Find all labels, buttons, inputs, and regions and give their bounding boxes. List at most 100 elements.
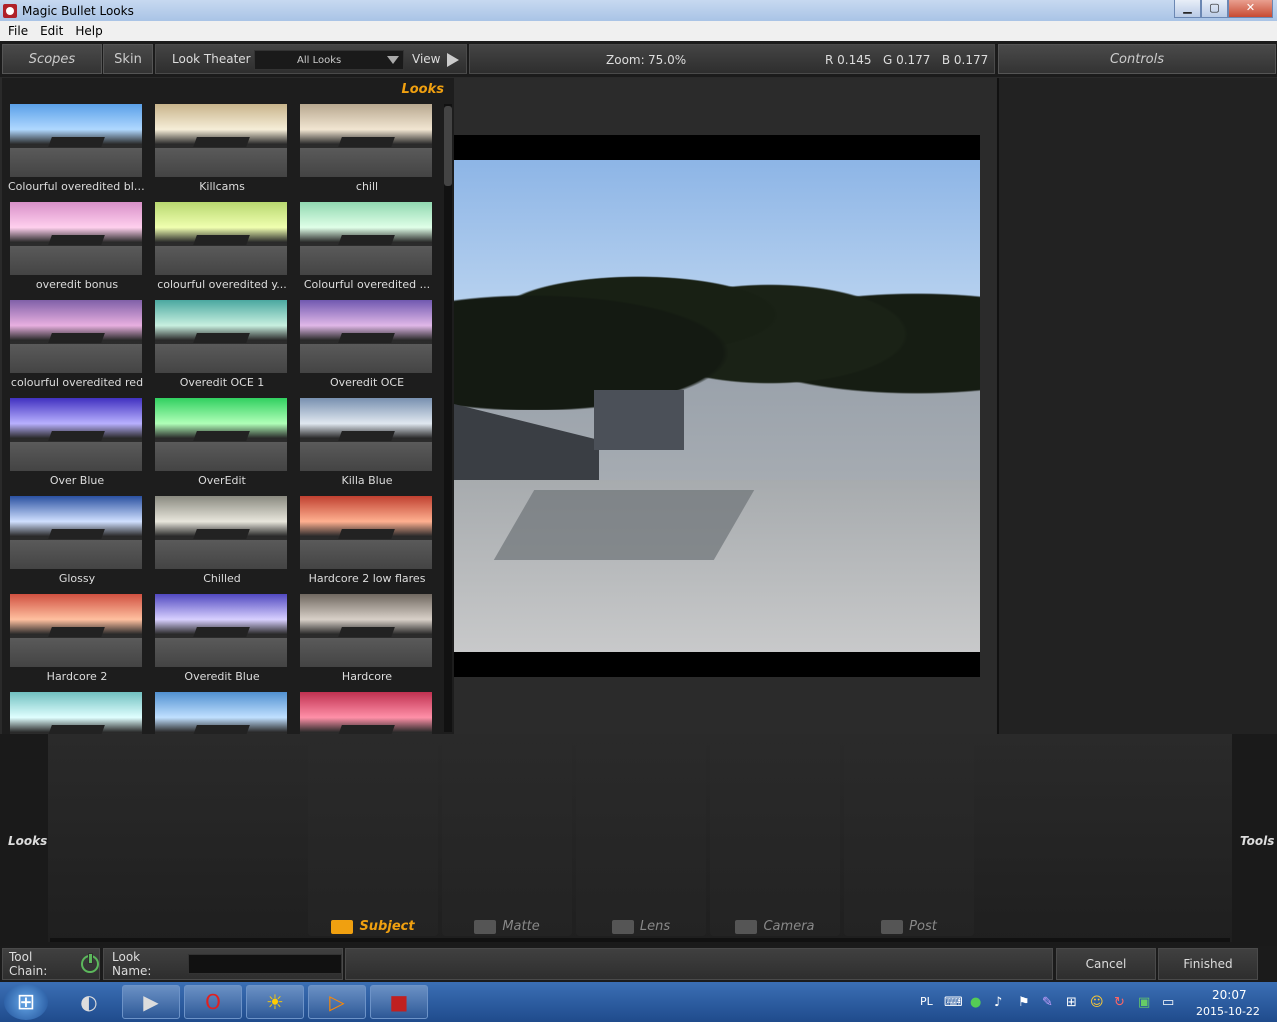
- look-thumbnail[interactable]: [155, 300, 287, 373]
- look-item[interactable]: Chilled: [153, 496, 291, 592]
- look-thumbnail[interactable]: [10, 300, 142, 373]
- tool-chain-scrollbar[interactable]: [50, 938, 1230, 942]
- skin-button[interactable]: Skin: [103, 44, 153, 74]
- controls-header: Controls: [998, 44, 1276, 74]
- sun-icon[interactable]: ☀: [246, 985, 304, 1019]
- look-thumbnail[interactable]: [155, 692, 287, 734]
- look-item[interactable]: Killa Blue: [298, 398, 434, 494]
- look-item[interactable]: [8, 692, 146, 734]
- look-item[interactable]: overedit bonus: [8, 202, 146, 298]
- look-name-input[interactable]: [188, 954, 342, 974]
- look-name-label: Look Name:: [112, 950, 152, 978]
- look-item[interactable]: OverEdit: [153, 398, 291, 494]
- look-item[interactable]: Hardcore 2: [8, 594, 146, 690]
- scrollbar-thumb[interactable]: [444, 106, 452, 186]
- scopes-button[interactable]: Scopes: [2, 44, 102, 74]
- stage-subject[interactable]: Subject: [308, 744, 438, 936]
- look-thumbnail[interactable]: [300, 104, 432, 177]
- menu-file[interactable]: File: [8, 24, 28, 38]
- stage-camera[interactable]: Camera: [710, 744, 840, 936]
- stage-label: Post: [909, 919, 937, 934]
- look-thumbnail[interactable]: [10, 692, 142, 734]
- look-item[interactable]: Hardcore 2 low flares: [298, 496, 434, 592]
- network-icon[interactable]: ▭: [1162, 995, 1174, 1010]
- look-thumbnail[interactable]: [300, 300, 432, 373]
- look-item[interactable]: [153, 692, 291, 734]
- language-indicator[interactable]: PL: [920, 995, 933, 1008]
- vlc-icon[interactable]: ▷: [308, 985, 366, 1019]
- power-icon[interactable]: [81, 953, 99, 973]
- opera-icon[interactable]: O: [184, 985, 242, 1019]
- look-thumbnail[interactable]: [300, 594, 432, 667]
- look-item[interactable]: Overedit OCE: [298, 300, 434, 396]
- finished-button[interactable]: Finished: [1158, 948, 1258, 980]
- close-button[interactable]: ✕: [1228, 0, 1273, 18]
- stage-lens[interactable]: Lens: [576, 744, 706, 936]
- video-frame: [454, 135, 980, 677]
- look-thumbnail[interactable]: [10, 104, 142, 177]
- windows-icon[interactable]: ⊞: [1066, 995, 1077, 1010]
- flag-icon[interactable]: ⚑: [1018, 995, 1030, 1010]
- controls-panel: [997, 78, 1277, 734]
- clock-time[interactable]: 20:07: [1212, 988, 1247, 1002]
- menu-help[interactable]: Help: [75, 24, 102, 38]
- rgb-readout: R 0.145 G 0.177 B 0.177: [825, 53, 989, 67]
- look-item[interactable]: chill: [298, 104, 434, 200]
- volume-icon[interactable]: ♪: [994, 995, 1002, 1010]
- media-center-icon[interactable]: ◐: [60, 985, 118, 1019]
- look-item[interactable]: Overedit OCE 1: [153, 300, 291, 396]
- look-thumbnail[interactable]: [10, 202, 142, 275]
- look-thumbnail[interactable]: [155, 104, 287, 177]
- look-label: Overedit OCE 1: [179, 376, 265, 389]
- look-thumbnail[interactable]: [155, 594, 287, 667]
- look-label: Killa Blue: [341, 474, 393, 487]
- media-player-icon[interactable]: ▶: [122, 985, 180, 1019]
- nvidia-icon[interactable]: ▣: [1138, 995, 1150, 1010]
- look-item[interactable]: [298, 692, 434, 734]
- windows-logo-icon[interactable]: ⊞: [4, 984, 48, 1020]
- cancel-button[interactable]: Cancel: [1056, 948, 1156, 980]
- looks-panel: Looks Colourful overedited blue Killcams c…: [2, 78, 454, 734]
- info-icon[interactable]: ●: [970, 995, 981, 1010]
- look-item[interactable]: Colourful overedited ...: [298, 202, 434, 298]
- look-item[interactable]: Colourful overedited blue: [8, 104, 146, 200]
- look-thumbnail[interactable]: [300, 496, 432, 569]
- look-thumbnail[interactable]: [300, 398, 432, 471]
- preview-image[interactable]: [454, 160, 980, 652]
- maximize-button[interactable]: ▢: [1201, 0, 1228, 18]
- magic-bullet-icon[interactable]: ■: [370, 985, 428, 1019]
- smiley-icon[interactable]: ☺: [1090, 995, 1104, 1010]
- look-item[interactable]: colourful overedited y...: [153, 202, 291, 298]
- look-thumbnail[interactable]: [155, 398, 287, 471]
- looks-filter-select[interactable]: All Looks: [254, 50, 404, 70]
- look-item[interactable]: Killcams: [153, 104, 291, 200]
- sync-icon[interactable]: ↻: [1114, 995, 1125, 1010]
- stage-post[interactable]: Post: [844, 744, 974, 936]
- minimize-button[interactable]: ▁: [1174, 0, 1201, 18]
- look-item[interactable]: Hardcore: [298, 594, 434, 690]
- keyboard-icon[interactable]: ⌨: [944, 995, 963, 1010]
- menu-edit[interactable]: Edit: [40, 24, 63, 38]
- look-thumbnail[interactable]: [300, 692, 432, 734]
- look-item[interactable]: colourful overedited red: [8, 300, 146, 396]
- taskbar: ⊞ ◐ ▶ O ☀ ▷ ■ PL ⌨ ● ♪ ⚑ ✎ ⊞ ☺ ↻ ▣ ▭ 20:…: [0, 982, 1277, 1022]
- clock-date[interactable]: 2015-10-22: [1196, 1005, 1260, 1018]
- play-icon[interactable]: [447, 53, 459, 67]
- look-thumbnail[interactable]: [10, 496, 142, 569]
- look-item[interactable]: Over Blue: [8, 398, 146, 494]
- look-thumbnail[interactable]: [10, 594, 142, 667]
- look-thumbnail[interactable]: [155, 496, 287, 569]
- tool-chain-label: Tool Chain:: [9, 950, 48, 978]
- look-thumbnail[interactable]: [155, 202, 287, 275]
- view-label[interactable]: View: [412, 52, 440, 66]
- stage-label: Camera: [763, 919, 815, 934]
- looks-scrollbar[interactable]: [444, 104, 452, 732]
- window-title: Magic Bullet Looks: [22, 3, 134, 18]
- look-item[interactable]: Overedit Blue: [153, 594, 291, 690]
- pen-icon[interactable]: ✎: [1042, 995, 1053, 1010]
- matte-icon: [474, 919, 497, 934]
- stage-matte[interactable]: Matte: [442, 744, 572, 936]
- look-thumbnail[interactable]: [300, 202, 432, 275]
- look-item[interactable]: Glossy: [8, 496, 146, 592]
- look-thumbnail[interactable]: [10, 398, 142, 471]
